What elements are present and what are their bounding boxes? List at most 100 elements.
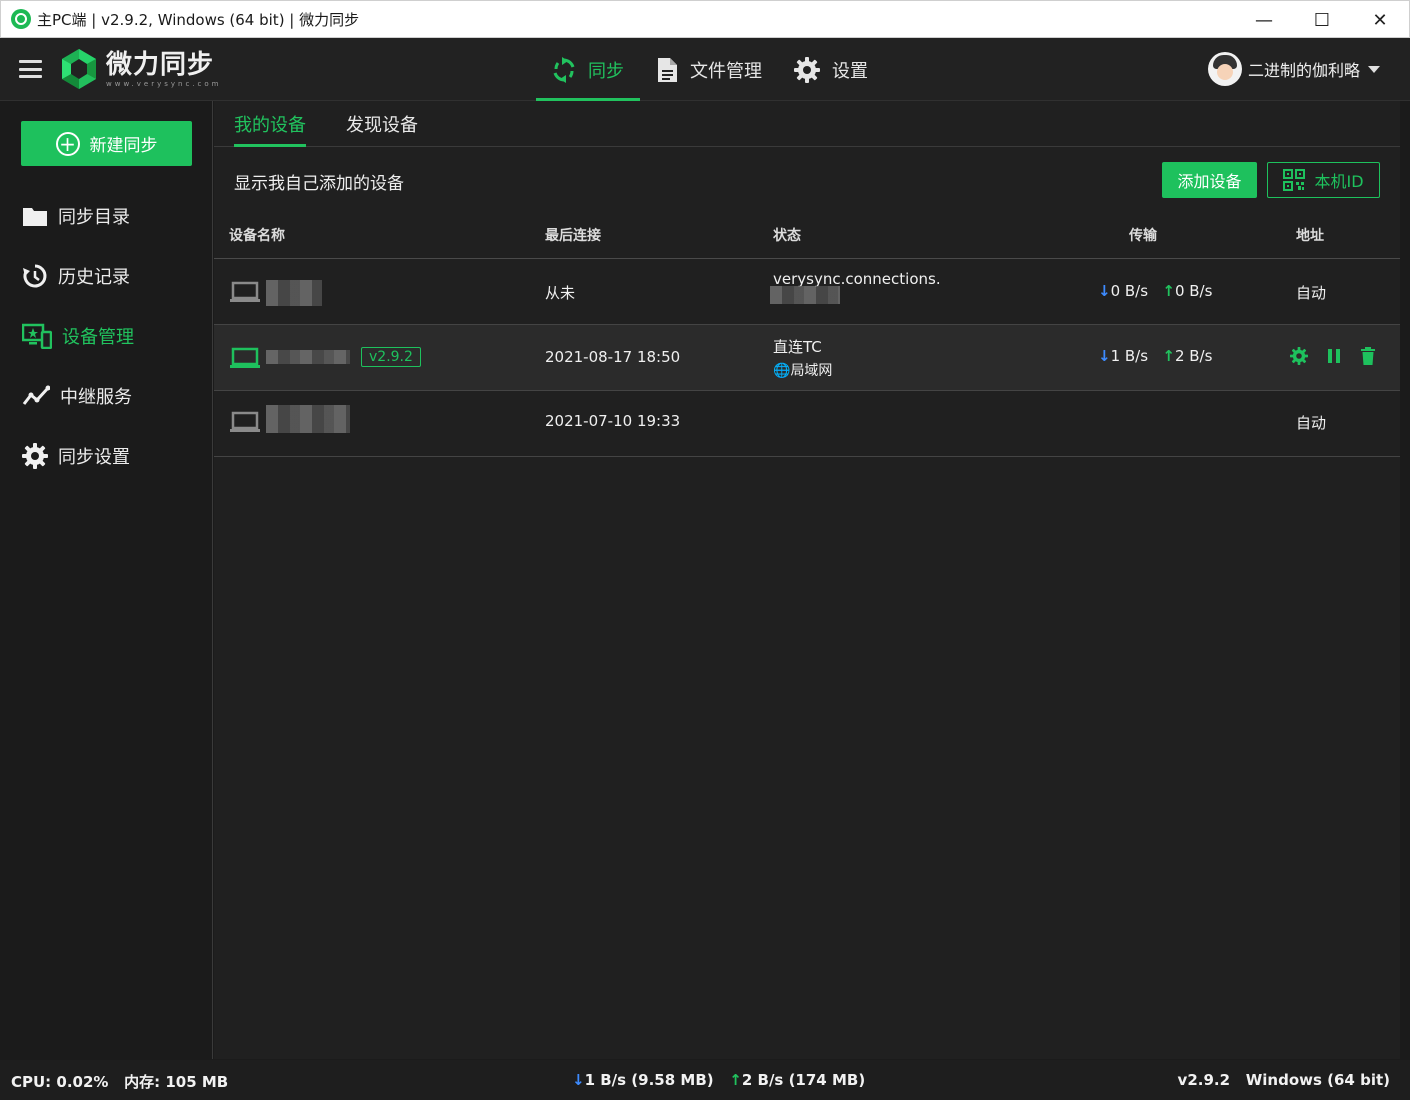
transfer-rates: ↓0 B/s ↑0 B/s bbox=[1098, 282, 1212, 300]
laptop-icon bbox=[230, 411, 260, 432]
relay-icon bbox=[22, 385, 50, 405]
pause-icon[interactable] bbox=[1326, 347, 1342, 365]
arrow-up-icon: ↑ bbox=[1162, 347, 1175, 365]
column-header-last-connected: 最后连接 bbox=[545, 228, 601, 244]
new-sync-button[interactable]: + 新建同步 bbox=[21, 121, 192, 166]
device-tabs: 我的设备 发现设备 bbox=[214, 101, 1400, 147]
upload-rate: 2 B/s bbox=[1174, 347, 1213, 365]
nav-file-management-label: 文件管理 bbox=[690, 60, 762, 82]
status-text: 直连TC bbox=[773, 338, 822, 356]
logo-text: 微力同步 bbox=[106, 49, 215, 80]
maximize-button[interactable]: ☐ bbox=[1293, 1, 1351, 39]
status-redacted bbox=[770, 286, 840, 304]
download-rate: 0 B/s bbox=[1110, 282, 1149, 300]
table-row[interactable]: v2.9.2 2021-08-17 18:50 直连TC 🌐局域网 ↓1 B/s… bbox=[214, 325, 1400, 391]
sidebar: + 新建同步 同步目录 历史记录 设备管理 中继服务 同步设置 bbox=[0, 101, 213, 1059]
tab-discover-devices[interactable]: 发现设备 bbox=[346, 101, 418, 147]
app-logo: 微力同步 www.verysync.com bbox=[58, 48, 221, 90]
app-header: 微力同步 www.verysync.com 同步 文件管理 设置 二进制的伽利略 bbox=[0, 38, 1410, 101]
user-menu[interactable]: 二进制的伽利略 bbox=[1207, 51, 1380, 87]
nav-file-management[interactable]: 文件管理 bbox=[640, 38, 778, 101]
minimize-button[interactable]: — bbox=[1235, 1, 1293, 39]
sidebar-item-label: 历史记录 bbox=[58, 267, 130, 288]
last-connected: 2021-07-10 19:33 bbox=[545, 412, 681, 430]
status-bar: CPU: 0.02% 内存: 105 MB ↓1 B/s (9.58 MB) ↑… bbox=[0, 1060, 1410, 1100]
device-name-redacted bbox=[266, 405, 350, 433]
sidebar-item-history[interactable]: 历史记录 bbox=[0, 246, 213, 306]
column-header-transfer: 传输 bbox=[1129, 228, 1157, 244]
sync-icon bbox=[553, 56, 575, 83]
gear-icon[interactable] bbox=[1290, 347, 1308, 365]
window-titlebar: 主PC端 | v2.9.2, Windows (64 bit) | 微力同步 —… bbox=[0, 0, 1410, 38]
column-header-name: 设备名称 bbox=[229, 228, 285, 244]
local-id-label: 本机ID bbox=[1314, 172, 1364, 191]
window-title: 主PC端 | v2.9.2, Windows (64 bit) | 微力同步 bbox=[37, 10, 360, 29]
row-actions bbox=[1290, 347, 1376, 365]
verysync-logo-icon bbox=[62, 49, 96, 89]
last-connected: 2021-08-17 18:50 bbox=[545, 348, 681, 366]
laptop-icon bbox=[230, 347, 260, 368]
trash-icon[interactable] bbox=[1360, 347, 1376, 365]
logo-url: www.verysync.com bbox=[106, 79, 222, 88]
file-icon bbox=[658, 57, 677, 82]
top-nav: 同步 文件管理 设置 bbox=[536, 38, 884, 101]
version-info: v2.9.2 Windows (64 bit) bbox=[1178, 1071, 1390, 1089]
laptop-icon bbox=[230, 281, 260, 302]
sidebar-item-label: 设备管理 bbox=[62, 327, 134, 348]
table-row[interactable]: 从未 verysync.connections. ↓0 B/s ↑0 B/s 自… bbox=[214, 259, 1400, 325]
tab-my-devices[interactable]: 我的设备 bbox=[234, 101, 306, 147]
arrow-down-icon: ↓ bbox=[1098, 282, 1111, 300]
address: 自动 bbox=[1296, 284, 1327, 302]
sidebar-item-relay[interactable]: 中继服务 bbox=[0, 366, 213, 426]
device-name-redacted bbox=[266, 280, 322, 306]
local-id-button[interactable]: 本机ID bbox=[1267, 162, 1380, 198]
devices-description: 显示我自己添加的设备 bbox=[234, 174, 404, 194]
nav-settings-label: 设置 bbox=[832, 60, 868, 82]
arrow-down-icon: ↓ bbox=[1098, 347, 1111, 365]
app-version: v2.9.2 bbox=[1177, 1071, 1231, 1089]
arrow-up-icon: ↑ bbox=[729, 1071, 742, 1089]
qr-code-icon bbox=[1283, 169, 1306, 191]
close-button[interactable]: ✕ bbox=[1351, 1, 1409, 39]
plus-circle-icon: + bbox=[55, 131, 80, 156]
history-icon bbox=[23, 264, 47, 288]
nav-sync-label: 同步 bbox=[588, 60, 624, 82]
table-row[interactable]: 2021-07-10 19:33 自动 bbox=[214, 391, 1400, 457]
sidebar-menu: 同步目录 历史记录 设备管理 中继服务 同步设置 bbox=[0, 186, 213, 486]
total-upload: 2 B/s (174 MB) bbox=[741, 1071, 866, 1089]
system-usage: CPU: 0.02% 内存: 105 MB bbox=[11, 1071, 228, 1092]
total-download: 1 B/s (9.58 MB) bbox=[584, 1071, 714, 1089]
caret-down-icon[interactable] bbox=[1368, 65, 1380, 73]
add-device-button[interactable]: 添加设备 bbox=[1162, 162, 1257, 198]
transfer-rates: ↓1 B/s ↑2 B/s bbox=[1098, 347, 1212, 365]
os-info: Windows (64 bit) bbox=[1245, 1071, 1390, 1089]
memory-usage: 内存: 105 MB bbox=[124, 1073, 229, 1091]
status-network: 🌐局域网 bbox=[773, 360, 832, 380]
address: 自动 bbox=[1296, 414, 1327, 432]
username[interactable]: 二进制的伽利略 bbox=[1248, 57, 1360, 81]
download-rate: 1 B/s bbox=[1110, 347, 1149, 365]
globe-icon: 🌐 bbox=[773, 363, 791, 379]
devices-table-header: 设备名称 最后连接 状态 传输 地址 bbox=[214, 215, 1400, 259]
last-connected: 从未 bbox=[545, 284, 576, 302]
nav-sync[interactable]: 同步 bbox=[536, 38, 640, 101]
device-icon bbox=[22, 323, 52, 349]
app-logo-icon bbox=[11, 9, 31, 29]
gear-icon bbox=[794, 56, 820, 83]
sidebar-item-device-management[interactable]: 设备管理 bbox=[0, 306, 213, 366]
nav-settings[interactable]: 设置 bbox=[778, 38, 884, 101]
sidebar-item-sync-settings[interactable]: 同步设置 bbox=[0, 426, 213, 486]
sidebar-item-sync-folders[interactable]: 同步目录 bbox=[0, 186, 213, 246]
version-badge: v2.9.2 bbox=[361, 347, 421, 367]
gear-icon bbox=[22, 443, 48, 469]
column-header-address: 地址 bbox=[1296, 228, 1324, 244]
avatar[interactable] bbox=[1207, 52, 1242, 86]
upload-rate: 0 B/s bbox=[1174, 282, 1213, 300]
sidebar-item-label: 同步设置 bbox=[58, 447, 130, 468]
new-sync-label: 新建同步 bbox=[89, 136, 158, 156]
total-transfer: ↓1 B/s (9.58 MB) ↑2 B/s (174 MB) bbox=[572, 1071, 865, 1089]
menu-icon[interactable] bbox=[19, 60, 42, 78]
sidebar-item-label: 同步目录 bbox=[58, 207, 130, 228]
arrow-down-icon: ↓ bbox=[572, 1071, 585, 1089]
column-header-status: 状态 bbox=[773, 228, 801, 244]
